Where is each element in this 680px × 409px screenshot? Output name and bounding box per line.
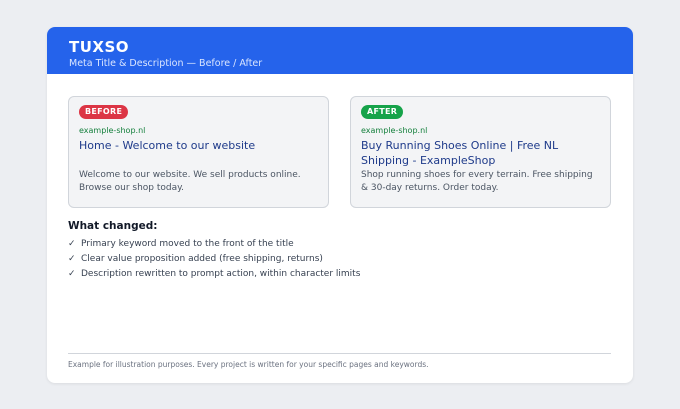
before-badge: BEFORE [79, 105, 129, 119]
before-title: Home - Welcome to our website [79, 139, 256, 152]
footer-divider [68, 353, 611, 354]
changes-heading: What changed: [68, 220, 158, 232]
after-title: Buy Running Shoes Online | Free NL Shipp… [361, 139, 559, 167]
changes-list: ✓ Primary keyword moved to the front of t… [68, 237, 360, 282]
before-snippet-panel: BEFORE example-shop.nl Home - Welcome to… [68, 96, 329, 208]
change-text: Clear value proposition added (free ship… [81, 254, 323, 264]
change-text: Description rewritten to prompt action, … [81, 269, 361, 279]
after-snippet-panel: AFTER example-shop.nl Buy Running Shoes … [350, 96, 611, 208]
change-text: Primary keyword moved to the front of th… [81, 239, 294, 249]
list-item: ✓ Clear value proposition added (free shi… [68, 252, 360, 267]
before-description: Welcome to our website. We sell products… [79, 170, 301, 193]
card-header: TUXSO Meta Title & Description — Before … [47, 27, 633, 74]
after-description: Shop running shoes for every terrain. Fr… [361, 170, 593, 193]
after-url: example-shop.nl [361, 126, 428, 135]
check-icon: ✓ [68, 239, 76, 249]
comparison-card: TUXSO Meta Title & Description — Before … [47, 27, 633, 383]
brand-logo-text: TUXSO [69, 38, 130, 56]
footer-note: Example for illustration purposes. Every… [68, 360, 429, 369]
list-item: ✓ Description rewritten to prompt action,… [68, 267, 360, 282]
header-subtitle: Meta Title & Description — Before / Afte… [69, 58, 263, 69]
check-icon: ✓ [68, 254, 76, 264]
after-badge: AFTER [361, 105, 404, 119]
list-item: ✓ Primary keyword moved to the front of t… [68, 237, 360, 252]
before-url: example-shop.nl [79, 126, 146, 135]
check-icon: ✓ [68, 269, 76, 279]
